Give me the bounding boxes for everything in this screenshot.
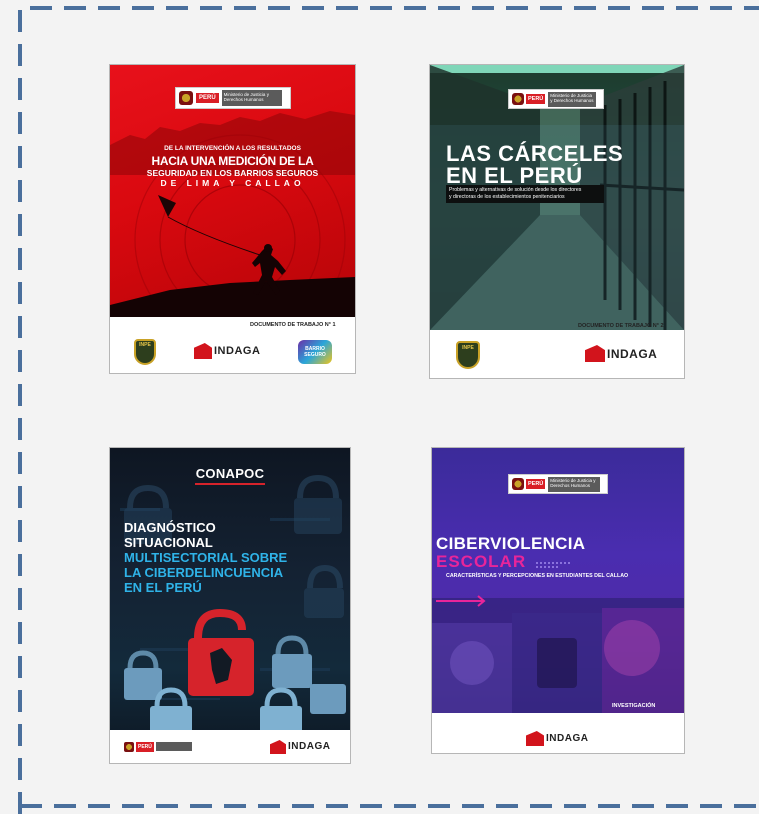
publications-panel: PERÚ Ministerio de Justicia y Derechos H… — [0, 0, 759, 814]
inpe-label: INPE — [462, 345, 474, 351]
coat-of-arms-icon — [512, 93, 524, 105]
cover-footer-logos: PERÚ INDAGA — [110, 730, 350, 763]
cover-title-line1: DIAGNÓSTICO — [124, 520, 216, 535]
cover-footer-logos: INPE INDAGA — [430, 333, 684, 378]
peru-badge: PERÚ — [196, 93, 219, 103]
ministry-name: Ministerio de Justicia y Derechos Humano… — [221, 90, 282, 106]
conapoc-underline — [195, 483, 265, 485]
indaga-label: INDAGA — [214, 345, 261, 357]
indaga-logo-icon — [194, 343, 212, 359]
indaga-logo-icon — [585, 345, 605, 362]
document-label: DOCUMENTO DE TRABAJO N° 2 — [578, 323, 664, 329]
cover-title-line3: DE LIMA Y CALLAO — [160, 178, 305, 188]
cover-title-line4: LA CIBERDELINCUENCIA — [124, 565, 284, 580]
ministry-logo: PERÚ Ministerio de Justicia y Derechos H… — [175, 87, 291, 109]
ministry-name: Ministerio de Justicia y Derechos Humano… — [548, 476, 601, 492]
indaga-logo-icon — [270, 740, 286, 754]
coat-of-arms-icon — [124, 742, 134, 752]
publication-cover-barrios-seguros[interactable]: PERÚ Ministerio de Justicia y Derechos H… — [110, 65, 355, 373]
ministry-name: Ministerio de Justicia y Derechos Humano… — [548, 91, 597, 107]
publication-cover-ciberviolencia[interactable]: PERÚ Ministerio de Justicia y Derechos H… — [432, 448, 684, 753]
coat-of-arms-icon — [179, 91, 193, 105]
indaga-label: INDAGA — [607, 347, 658, 361]
cover-subtitle-line2: y directoras de los establecimientos pen… — [449, 194, 565, 200]
cover-title-line1: CIBERVIOLENCIA — [436, 534, 586, 553]
indaga-logo-icon — [526, 731, 544, 746]
ministry-bar — [156, 742, 192, 751]
peru-badge: PERÚ — [526, 479, 546, 489]
ministry-logo: PERÚ Ministerio de Justicia y Derechos H… — [508, 89, 604, 109]
ministry-logo: PERÚ Ministerio de Justicia y Derechos H… — [508, 474, 608, 494]
cover-subtitle-line1: Problemas y alternativas de solución des… — [449, 187, 582, 193]
cover-artwork — [120, 474, 346, 740]
cover-footer-logos: INPE INDAGA BARRIO SEGURO — [110, 335, 355, 373]
cover-title-line2: ESCOLAR — [436, 552, 527, 571]
inpe-label: INPE — [139, 342, 151, 348]
peru-badge: PERÚ — [136, 742, 154, 752]
cover-title-line5: EN EL PERÚ — [124, 580, 202, 595]
indaga-label: INDAGA — [546, 733, 589, 744]
document-label: DOCUMENTO DE TRABAJO N° 1 — [250, 322, 336, 328]
cover-title-line1: HACIA UNA MEDICIÓN DE LA — [151, 154, 314, 168]
document-label: INVESTIGACIÓN — [612, 703, 656, 709]
barrio-seguro-badge: BARRIO SEGURO — [298, 340, 332, 364]
publication-cover-carceles[interactable]: PERÚ Ministerio de Justicia y Derechos H… — [430, 65, 684, 378]
conapoc-logo: CONAPOC — [195, 466, 265, 481]
peru-badge: PERÚ — [526, 94, 546, 104]
cover-subtitle: CARACTERÍSTICAS Y PERCEPCIONES EN ESTUDI… — [446, 573, 629, 579]
cover-title-line2: SITUACIONAL — [124, 535, 213, 550]
cover-footer: INVESTIGACIÓN INDAGA — [432, 703, 684, 753]
cover-title-line3: MULTISECTORIAL SOBRE — [124, 550, 288, 565]
publication-cover-ciberdelincuencia[interactable]: CONAPOC DIAGNÓSTICO SITUACIONAL MULTISEC… — [110, 448, 350, 763]
cover-title-line2: SEGURIDAD EN LOS BARRIOS SEGUROS — [146, 168, 319, 178]
cover-kicker: DE LA INTERVENCIÓN A LOS RESULTADOS — [164, 145, 301, 152]
indaga-label: INDAGA — [288, 741, 331, 752]
coat-of-arms-icon — [512, 478, 524, 490]
